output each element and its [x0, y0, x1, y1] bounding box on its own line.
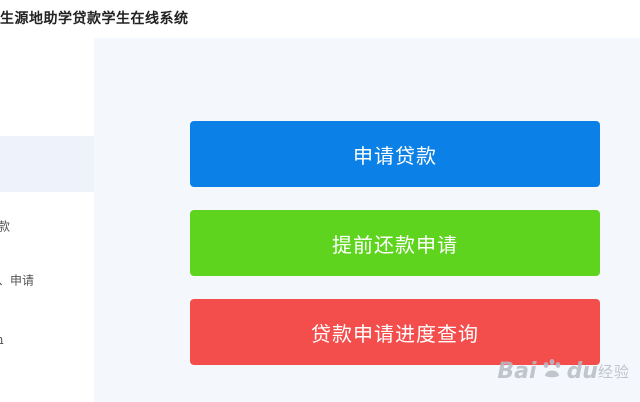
sidebar-item-label: 、申请: [0, 273, 35, 288]
sidebar-item-label: 款: [0, 219, 11, 234]
application-progress-button[interactable]: 贷款申请进度查询: [190, 299, 600, 365]
app-title: 生源地助学贷款学生在线系统: [0, 11, 189, 27]
apply-loan-button[interactable]: 申请贷款: [190, 121, 600, 187]
baidu-jingyan-watermark: Bai du 经验: [497, 358, 630, 384]
watermark-logo-suffix: du: [566, 358, 598, 384]
baidu-paw-icon: [541, 358, 563, 384]
sidebar-item-active[interactable]: [0, 136, 94, 192]
main-content: 申请贷款 提前还款申请 贷款申请进度查询 Bai du 经验: [94, 38, 640, 402]
sidebar: 款 、申请 ɿ: [0, 38, 94, 402]
early-repayment-button[interactable]: 提前还款申请: [190, 210, 600, 276]
sidebar-item-loan[interactable]: 款: [0, 198, 94, 254]
sidebar-item-other[interactable]: ɿ: [0, 312, 94, 368]
watermark-logo: Bai: [497, 358, 537, 384]
sidebar-item-label: ɿ: [0, 333, 5, 347]
app-window: 生源地助学贷款学生在线系统 款 、申请 ɿ 申请贷款 提前还款申请 贷款申请进度…: [0, 0, 640, 402]
watermark-text: 经验: [597, 362, 630, 381]
header: 生源地助学贷款学生在线系统: [0, 0, 640, 38]
sidebar-item-application[interactable]: 、申请: [0, 252, 94, 308]
